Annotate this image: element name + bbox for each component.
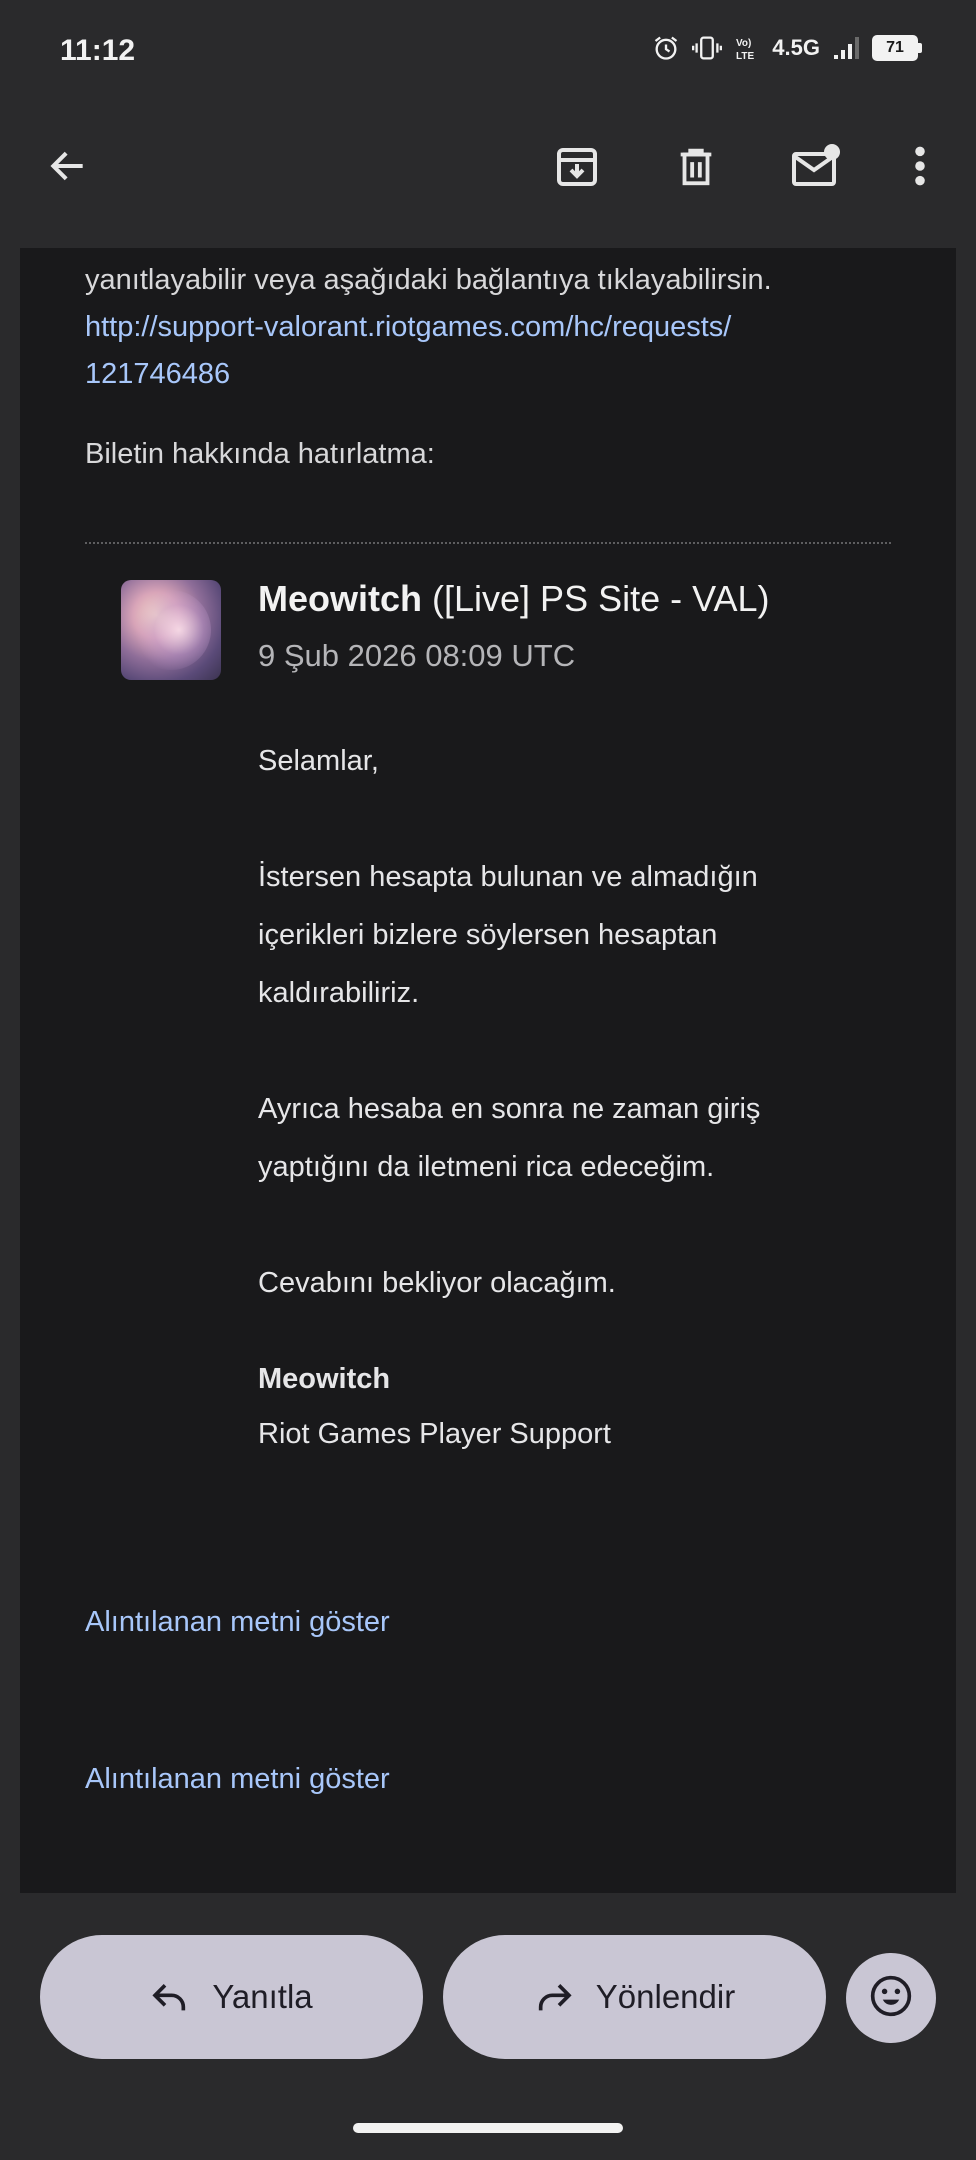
- paragraph-2-line-2: yaptığını da iletmeni rica edeceğim.: [258, 1151, 715, 1183]
- paragraph-1-line-3: kaldırabiliriz.: [258, 977, 420, 1009]
- alarm-icon: [652, 34, 680, 62]
- back-arrow-icon[interactable]: [36, 134, 100, 198]
- paragraph-3: Cevabını bekliyor olacağım.: [258, 1267, 616, 1299]
- paragraph-1-line-2: içerikleri bizlere söylersen hesaptan: [258, 919, 718, 951]
- reminder-heading: Biletin hakkında hatırlatma:: [85, 438, 435, 470]
- svg-text:Vo): Vo): [736, 38, 751, 49]
- divider: [85, 542, 891, 544]
- reply-icon: [150, 1980, 190, 2014]
- message-body: yanıtlayabilir veya aşağıdaki bağlantıya…: [20, 248, 956, 1893]
- sender-name: Meowitch: [258, 578, 423, 619]
- reply-button[interactable]: Yanıtla: [40, 1935, 423, 2059]
- emoji-reaction-button[interactable]: [846, 1953, 936, 2043]
- network-type: 4.5G: [772, 35, 820, 60]
- avatar: [121, 580, 221, 680]
- intro-text: yanıtlayabilir veya aşağıdaki bağlantıya…: [85, 264, 772, 296]
- show-quoted-text-link[interactable]: Alıntılanan metni göster: [85, 1606, 390, 1639]
- sender-detail: ([Live] PS Site - VAL): [422, 578, 770, 619]
- status-icons: Vo) LTE 4.5G 71: [652, 34, 922, 62]
- vibrate-icon: [692, 34, 723, 62]
- forward-button[interactable]: Yönlendir: [443, 1935, 826, 2059]
- forward-label: Yönlendir: [595, 1978, 736, 2015]
- more-vert-icon[interactable]: [888, 134, 952, 198]
- quoted-sender: Meowitch ([Live] PS Site - VAL): [258, 578, 769, 620]
- ticket-link[interactable]: http://support-valorant.riotgames.com/hc…: [85, 304, 731, 350]
- signature-name: Meowitch: [258, 1363, 391, 1395]
- show-quoted-text-link-2[interactable]: Alıntılanan metni göster: [85, 1763, 390, 1796]
- paragraph-2-line-1: Ayrıca hesaba en sonra ne zaman giriş: [258, 1093, 761, 1125]
- greeting: Selamlar,: [258, 745, 379, 777]
- ticket-link-continued[interactable]: 121746486: [85, 351, 230, 397]
- clock: 11:12: [60, 34, 136, 67]
- forward-icon: [534, 1980, 574, 2014]
- battery-icon: 71: [872, 35, 922, 61]
- mark-unread-icon[interactable]: [784, 134, 848, 198]
- archive-icon[interactable]: [545, 134, 609, 198]
- reply-label: Yanıtla: [212, 1978, 313, 2015]
- volte-icon: Vo) LTE: [734, 34, 760, 62]
- status-bar: 11:12 Vo) LTE 4.5G 71: [0, 0, 976, 100]
- svg-text:LTE: LTE: [736, 51, 754, 62]
- signature-org: Riot Games Player Support: [258, 1418, 611, 1450]
- signal-icon: [832, 35, 860, 61]
- paragraph-1-line-1: İstersen hesapta bulunan ve almadığın: [258, 861, 758, 893]
- emoji-icon: [869, 1974, 913, 2023]
- delete-icon[interactable]: [664, 134, 728, 198]
- quoted-date: 9 Şub 2026 08:09 UTC: [258, 638, 576, 673]
- home-indicator[interactable]: [353, 2123, 623, 2133]
